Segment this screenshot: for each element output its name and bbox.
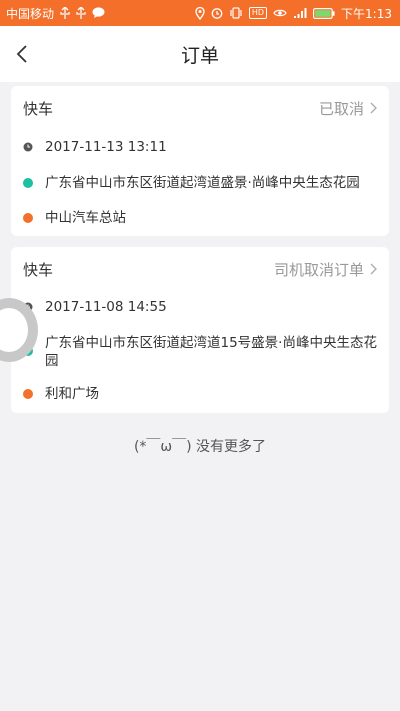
alarm-icon — [211, 7, 223, 19]
order-status: 司机取消订单 — [274, 259, 377, 280]
order-type: 快车 — [23, 99, 54, 118]
battery-icon — [313, 7, 335, 19]
signal-icon — [293, 7, 307, 19]
order-card[interactable]: 快车 司机取消订单 2017-11-08 14:55 广东省中山市东区街道起湾道… — [11, 247, 389, 413]
clock-icon — [23, 142, 33, 152]
start-dot-icon — [23, 178, 33, 188]
clock-time: 下午1:13 — [341, 6, 392, 21]
order-status-label: 已取消 — [318, 99, 364, 118]
location-icon — [195, 6, 205, 20]
order-end-row: 中山汽车总站 — [23, 209, 377, 227]
end-dot-icon — [23, 213, 33, 223]
order-datetime: 2017-11-13 13:11 — [45, 139, 167, 155]
order-start-row: 广东省中山市东区街道起湾道盛景·尚峰中央生态花园 — [23, 174, 377, 192]
chevron-right-icon — [370, 263, 377, 275]
order-card-header: 快车 已取消 — [11, 86, 389, 130]
order-datetime: 2017-11-08 14:55 — [45, 299, 167, 315]
usb-icon — [60, 7, 70, 19]
chat-bubble-icon — [92, 7, 105, 19]
order-end-row: 利和广场 — [23, 385, 377, 403]
order-time-row: 2017-11-08 14:55 — [23, 298, 377, 316]
order-status: 已取消 — [319, 98, 377, 119]
back-button[interactable] — [8, 40, 36, 68]
order-start-address: 广东省中山市东区街道起湾道15号盛景·尚峰中央生态花园 — [45, 335, 377, 369]
no-more-text: (*￣ω￣) 没有更多了 — [133, 439, 267, 455]
chevron-right-icon — [370, 102, 377, 114]
chevron-left-icon — [16, 45, 27, 63]
status-bar: 中国移动 HD 下午1:13 — [0, 0, 400, 26]
order-start-address: 广东省中山市东区街道起湾道盛景·尚峰中央生态花园 — [45, 175, 360, 191]
page-title: 订单 — [180, 44, 219, 67]
order-status-label: 司机取消订单 — [273, 260, 364, 279]
vibrate-icon — [229, 7, 243, 19]
carrier-name: 中国移动 — [6, 6, 55, 21]
order-start-row: 广东省中山市东区街道起湾道15号盛景·尚峰中央生态花园 — [23, 334, 377, 370]
order-card-header: 快车 司机取消订单 — [11, 247, 389, 291]
nav-bar: 订单 — [0, 26, 400, 82]
order-end-address: 利和广场 — [45, 386, 99, 402]
usb-debug-icon — [76, 7, 86, 19]
order-end-address: 中山汽车总站 — [45, 210, 126, 226]
order-type: 快车 — [23, 260, 54, 279]
hd-badge: HD — [248, 7, 268, 19]
end-dot-icon — [23, 389, 33, 399]
eye-icon — [273, 8, 287, 18]
order-time-row: 2017-11-13 13:11 — [23, 138, 377, 156]
order-card[interactable]: 快车 已取消 2017-11-13 13:11 广东省中山市东区街道起湾道盛景·… — [11, 86, 389, 236]
